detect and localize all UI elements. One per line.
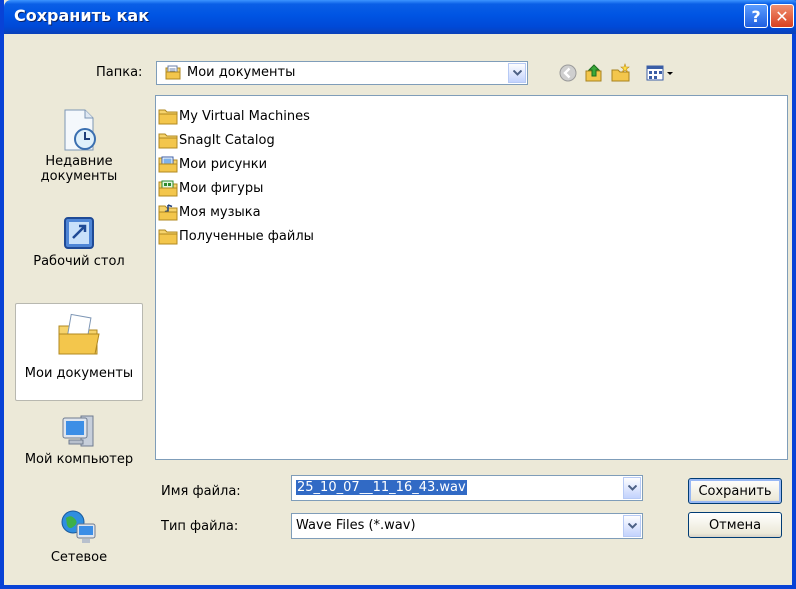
cancel-button[interactable]: Отмена xyxy=(688,512,782,538)
look-in-dropdown[interactable]: Мои документы xyxy=(156,61,528,85)
folder-icon xyxy=(158,229,178,245)
look-in-label: Папка: xyxy=(96,65,143,80)
place-network[interactable]: Сетевое xyxy=(15,506,143,584)
list-item[interactable]: Мои рисунки xyxy=(158,152,267,176)
place-my-documents[interactable]: Мои документы xyxy=(15,303,143,401)
save-as-dialog: Сохранить как ? ✕ Папка: Мои документы Н… xyxy=(0,0,796,589)
filename-input[interactable]: 25_10_07__11_16_43.wav xyxy=(296,480,467,495)
help-button[interactable]: ? xyxy=(744,4,768,28)
pictures-folder-icon xyxy=(158,156,178,173)
my-documents-icon xyxy=(165,65,181,80)
chevron-down-icon xyxy=(627,523,637,529)
place-label: Сетевое xyxy=(50,550,108,565)
file-name: Мои рисунки xyxy=(179,156,268,172)
close-icon: ✕ xyxy=(775,6,789,26)
look-in-value: Мои документы xyxy=(187,65,296,80)
close-button[interactable]: ✕ xyxy=(770,4,794,28)
look-in-dropdown-button[interactable] xyxy=(508,63,526,83)
my-documents-icon xyxy=(58,313,100,355)
list-item[interactable]: Мои фигуры xyxy=(158,176,263,200)
view-menu-icon[interactable] xyxy=(646,63,676,83)
save-button-label: Сохранить xyxy=(698,483,772,499)
file-name: Мои фигуры xyxy=(179,180,264,196)
up-folder-icon[interactable] xyxy=(584,63,604,83)
help-icon: ? xyxy=(751,6,761,26)
recent-documents-icon xyxy=(64,109,96,151)
title-bar[interactable]: Сохранить как ? ✕ xyxy=(4,0,796,34)
cancel-button-label: Отмена xyxy=(708,517,762,533)
list-item[interactable]: My Virtual Machines xyxy=(158,104,310,128)
place-desktop[interactable]: Рабочий стол xyxy=(15,214,143,284)
chevron-down-icon xyxy=(512,70,522,76)
places-bar: Недавние документы Рабочий стол Мои доку… xyxy=(15,94,146,582)
music-folder-icon xyxy=(158,204,178,221)
place-label: Мой компьютер xyxy=(24,452,134,467)
file-name: Полученные файлы xyxy=(179,228,314,244)
filetype-value: Wave Files (*.wav) xyxy=(296,518,416,533)
my-computer-icon xyxy=(62,415,94,447)
filetype-select[interactable]: Wave Files (*.wav) xyxy=(291,513,643,539)
place-label: Недавние документы xyxy=(40,154,118,184)
file-list[interactable]: My Virtual Machines SnagIt Catalog Мои р… xyxy=(155,95,788,460)
window-title: Сохранить как xyxy=(14,6,150,25)
filetype-label: Тип файла: xyxy=(161,519,239,534)
file-name: Моя музыка xyxy=(179,204,261,220)
shapes-folder-icon xyxy=(158,180,178,197)
new-folder-icon[interactable] xyxy=(611,63,631,83)
place-my-computer[interactable]: Мой компьютер xyxy=(15,412,143,492)
filetype-dropdown-button[interactable] xyxy=(623,515,641,537)
network-icon xyxy=(61,510,96,543)
save-button[interactable]: Сохранить xyxy=(688,478,782,504)
desktop-icon xyxy=(64,217,94,249)
place-label: Рабочий стол xyxy=(33,254,125,269)
place-recent-documents[interactable]: Недавние документы xyxy=(15,106,143,196)
folder-icon xyxy=(158,133,178,149)
back-icon[interactable] xyxy=(558,63,578,83)
list-item[interactable]: Моя музыка xyxy=(158,200,261,224)
chevron-down-icon xyxy=(627,485,637,491)
list-item[interactable]: Полученные файлы xyxy=(158,224,314,248)
place-label: Мои документы xyxy=(24,366,134,381)
filename-dropdown-button[interactable] xyxy=(623,477,641,499)
file-name: My Virtual Machines xyxy=(179,108,310,124)
list-item[interactable]: SnagIt Catalog xyxy=(158,128,275,152)
filename-label: Имя файла: xyxy=(161,484,241,499)
folder-icon xyxy=(158,109,178,125)
filename-combobox[interactable]: 25_10_07__11_16_43.wav xyxy=(291,475,643,501)
file-name: SnagIt Catalog xyxy=(179,132,275,148)
